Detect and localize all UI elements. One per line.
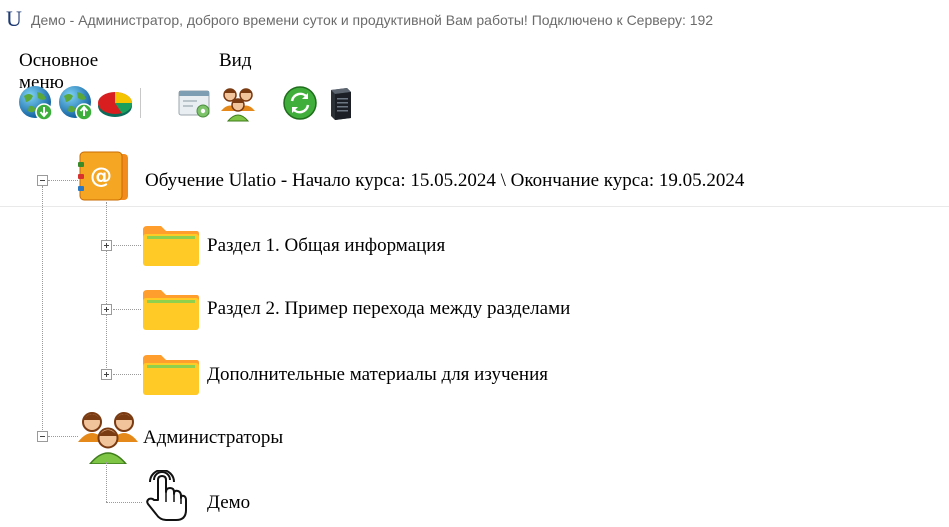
tree-course-line bbox=[106, 202, 107, 378]
users-icon bbox=[78, 412, 138, 464]
settings-window-button[interactable] bbox=[176, 84, 214, 122]
admins-node-label[interactable]: Администраторы bbox=[143, 427, 283, 449]
svg-text:@: @ bbox=[90, 164, 112, 189]
globe-upload-icon bbox=[59, 86, 93, 121]
users-button[interactable] bbox=[219, 84, 257, 122]
tree-connector bbox=[113, 374, 141, 375]
section-1-icon[interactable] bbox=[141, 224, 201, 268]
tree-connector bbox=[113, 245, 141, 246]
app-logo-icon: U bbox=[6, 6, 22, 31]
server-icon bbox=[331, 88, 351, 120]
globe-download-button[interactable] bbox=[17, 84, 55, 122]
course-collapse-toggle[interactable] bbox=[37, 175, 48, 186]
tree-root-line bbox=[42, 186, 43, 430]
address-book-icon: @ bbox=[78, 151, 128, 201]
refresh-button[interactable] bbox=[281, 84, 319, 122]
globe-download-icon bbox=[19, 86, 53, 121]
folder-icon bbox=[143, 355, 199, 395]
section-expand-toggle[interactable] bbox=[101, 304, 112, 315]
toolbar bbox=[0, 80, 949, 207]
course-node-icon[interactable]: @ bbox=[78, 150, 132, 204]
tree-connector bbox=[48, 180, 78, 181]
folder-icon bbox=[143, 290, 199, 330]
tree-connector bbox=[113, 309, 141, 310]
pie-chart-icon bbox=[98, 92, 133, 117]
pointer-hand-icon bbox=[146, 470, 187, 521]
demo-node-label[interactable]: Демо bbox=[207, 492, 250, 514]
demo-node-icon[interactable] bbox=[142, 470, 188, 522]
section-1-label[interactable]: Раздел 1. Общая информация bbox=[207, 235, 445, 257]
folder-icon bbox=[143, 226, 199, 266]
settings-window-icon bbox=[178, 90, 210, 118]
server-button[interactable] bbox=[321, 84, 359, 122]
section-expand-toggle[interactable] bbox=[101, 240, 112, 251]
window-title: Демо - Администратор, доброго времени су… bbox=[31, 12, 714, 28]
users-icon bbox=[221, 88, 255, 122]
tree-connector bbox=[106, 502, 142, 503]
course-tree: @ Обучение Ulatio - Начало курса: 15.05.… bbox=[0, 130, 949, 527]
globe-upload-button[interactable] bbox=[57, 84, 95, 122]
toolbar-separator bbox=[140, 88, 141, 118]
tree-admins-line bbox=[106, 462, 107, 502]
refresh-icon bbox=[283, 86, 317, 120]
pie-chart-button[interactable] bbox=[96, 84, 134, 122]
section-3-icon[interactable] bbox=[141, 353, 201, 397]
title-bar: U Демо - Администратор, доброго времени … bbox=[0, 0, 949, 40]
section-2-label[interactable]: Раздел 2. Пример перехода между разделам… bbox=[207, 298, 570, 320]
section-expand-toggle[interactable] bbox=[101, 369, 112, 380]
menu-view[interactable]: Вид bbox=[219, 50, 252, 72]
course-node-label[interactable]: Обучение Ulatio - Начало курса: 15.05.20… bbox=[145, 170, 744, 192]
admins-collapse-toggle[interactable] bbox=[37, 431, 48, 442]
section-3-label[interactable]: Дополнительные материалы для изучения bbox=[207, 364, 548, 386]
admins-node-icon[interactable] bbox=[76, 408, 140, 464]
section-2-icon[interactable] bbox=[141, 288, 201, 332]
tree-connector bbox=[48, 436, 78, 437]
